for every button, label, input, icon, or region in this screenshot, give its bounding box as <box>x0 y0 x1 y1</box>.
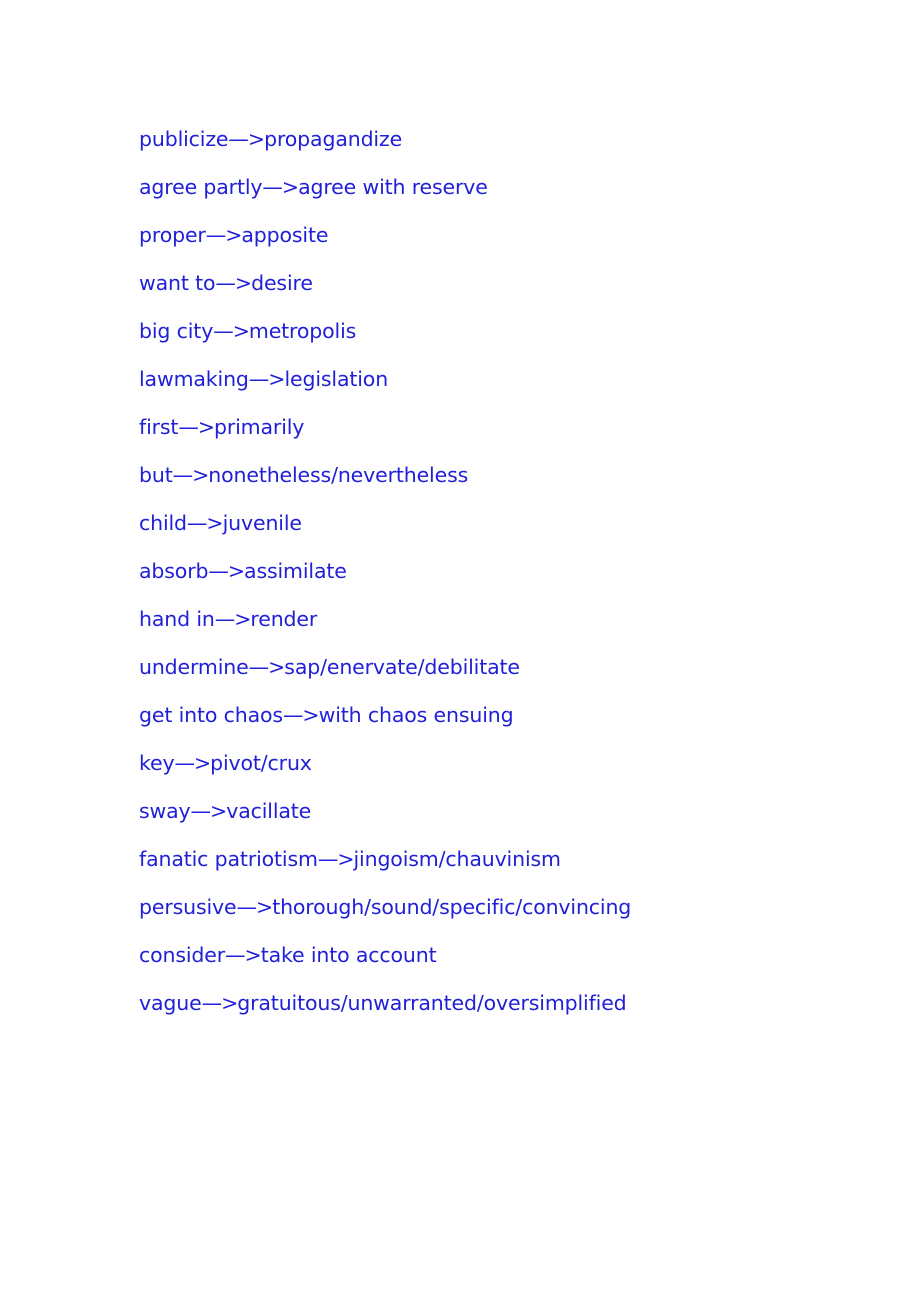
vocab-source-term: get into chaos <box>139 703 283 727</box>
vocab-entry: first—>primarily <box>139 410 839 458</box>
vocab-source-term: child <box>139 511 187 535</box>
vocab-target-term: apposite <box>241 223 329 247</box>
vocab-source-term: but <box>139 463 173 487</box>
vocab-entry: sway—>vacillate <box>139 794 839 842</box>
vocab-entry: persusive—>thorough/sound/specific/convi… <box>139 890 839 938</box>
vocab-target-term: take into account <box>260 943 437 967</box>
vocab-entry: vague—>gratuitous/unwarranted/oversimpli… <box>139 986 839 1034</box>
vocab-source-term: undermine <box>139 655 249 679</box>
vocab-source-term: vague <box>139 991 202 1015</box>
vocab-source-term: proper <box>139 223 206 247</box>
vocab-target-term: vacillate <box>226 799 312 823</box>
vocabulary-list: publicize—>propagandize agree partly—>agr… <box>139 122 839 1034</box>
vocab-entry: key—>pivot/crux <box>139 746 839 794</box>
vocab-target-term: pivot/crux <box>210 751 312 775</box>
arrow-separator-icon: —> <box>215 271 252 295</box>
vocab-target-term: agree with reserve <box>298 175 488 199</box>
vocab-entry: agree partly—>agree with reserve <box>139 170 839 218</box>
vocab-entry: fanatic patriotism—>jingoism/chauvinism <box>139 842 839 890</box>
vocab-entry: lawmaking—>legislation <box>139 362 839 410</box>
vocab-source-term: big city <box>139 319 214 343</box>
vocab-entry: child—>juvenile <box>139 506 839 554</box>
vocab-entry: proper—>apposite <box>139 218 839 266</box>
vocab-source-term: first <box>139 415 179 439</box>
vocab-target-term: desire <box>251 271 313 295</box>
vocab-target-term: jingoism/chauvinism <box>353 847 561 871</box>
vocab-target-term: juvenile <box>222 511 302 535</box>
vocab-source-term: want to <box>139 271 216 295</box>
vocab-source-term: sway <box>139 799 191 823</box>
arrow-separator-icon: —> <box>214 607 252 631</box>
vocab-target-term: with chaos ensuing <box>318 703 514 727</box>
arrow-separator-icon: —> <box>228 127 265 151</box>
vocab-target-term: legislation <box>284 367 389 391</box>
vocab-target-term: nonetheless/nevertheless <box>208 463 469 487</box>
vocab-entry: get into chaos—>with chaos ensuing <box>139 698 839 746</box>
vocab-entry: hand in—>render <box>139 602 839 650</box>
vocab-entry: undermine—>sap/enervate/debilitate <box>139 650 839 698</box>
document-page: publicize—>propagandize agree partly—>agr… <box>0 0 920 1302</box>
arrow-separator-icon: —> <box>178 415 215 439</box>
vocab-target-term: propagandize <box>264 127 403 151</box>
arrow-separator-icon: —> <box>213 319 250 343</box>
vocab-entry: absorb—>assimilate <box>139 554 839 602</box>
vocab-source-term: consider <box>139 943 226 967</box>
vocab-entry: but—>nonetheless/nevertheless <box>139 458 839 506</box>
arrow-separator-icon: —> <box>186 511 224 535</box>
vocab-source-term: lawmaking <box>139 367 249 391</box>
arrow-separator-icon: —> <box>201 991 239 1015</box>
arrow-separator-icon: —> <box>174 751 211 775</box>
arrow-separator-icon: —> <box>248 655 286 679</box>
vocab-target-term: gratuitous/unwarranted/oversimplified <box>237 991 627 1015</box>
vocab-entry: want to—>desire <box>139 266 839 314</box>
vocab-source-term: persusive <box>139 895 237 919</box>
arrow-separator-icon: —> <box>282 703 320 727</box>
arrow-separator-icon: —> <box>190 799 228 823</box>
arrow-separator-icon: —> <box>225 943 262 967</box>
vocab-entry: consider—>take into account <box>139 938 839 986</box>
arrow-separator-icon: —> <box>248 367 286 391</box>
arrow-separator-icon: —> <box>208 559 245 583</box>
vocab-source-term: publicize <box>139 127 229 151</box>
vocab-source-term: key <box>139 751 175 775</box>
arrow-separator-icon: —> <box>205 223 243 247</box>
arrow-separator-icon: —> <box>172 463 210 487</box>
vocab-source-term: fanatic patriotism <box>139 847 318 871</box>
arrow-separator-icon: —> <box>262 175 299 199</box>
arrow-separator-icon: —> <box>317 847 355 871</box>
vocab-entry: publicize—>propagandize <box>139 122 839 170</box>
vocab-target-term: metropolis <box>248 319 357 343</box>
vocab-source-term: absorb <box>139 559 209 583</box>
vocab-target-term: thorough/sound/specific/convincing <box>272 895 632 919</box>
vocab-target-term: render <box>250 607 318 631</box>
vocab-target-term: sap/enervate/debilitate <box>284 655 520 679</box>
vocab-target-term: primarily <box>214 415 305 439</box>
vocab-entry: big city—>metropolis <box>139 314 839 362</box>
arrow-separator-icon: —> <box>236 895 274 919</box>
vocab-source-term: agree partly <box>139 175 263 199</box>
vocab-target-term: assimilate <box>244 559 347 583</box>
vocab-source-term: hand in <box>139 607 215 631</box>
